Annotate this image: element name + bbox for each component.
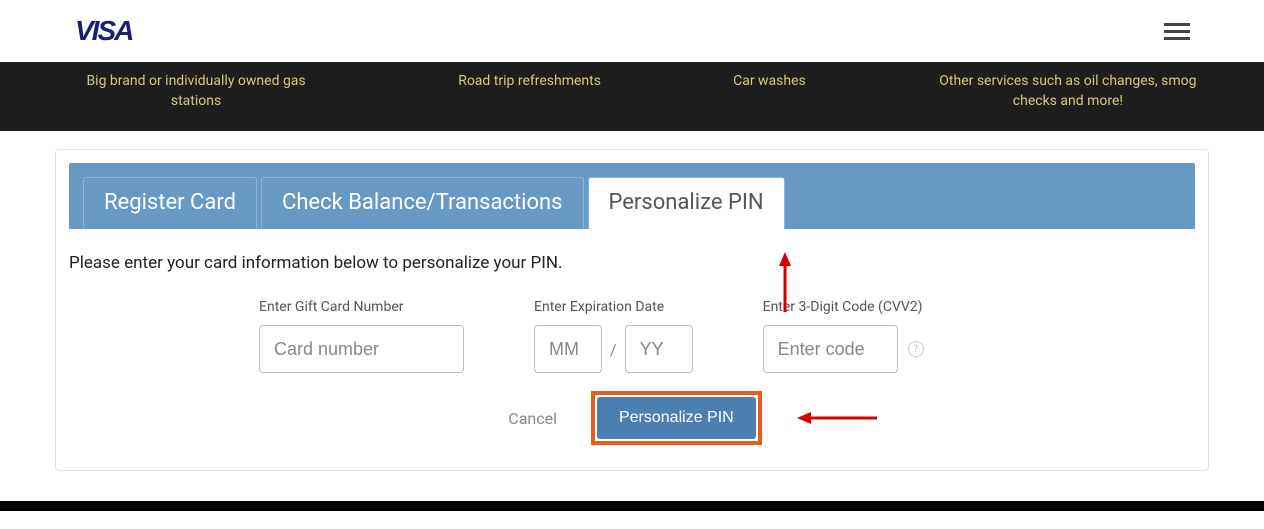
feature-text: Road trip refreshments — [458, 72, 601, 111]
date-separator: / — [610, 340, 617, 359]
month-input[interactable] — [534, 325, 602, 373]
expiration-group: Enter Expiration Date / — [534, 299, 693, 373]
tab-content: Please enter your card information below… — [69, 229, 1195, 457]
tab-check-balance[interactable]: Check Balance/Transactions — [261, 177, 584, 229]
cvv-label: Enter 3-Digit Code (CVV2) — [763, 299, 924, 315]
card-number-input[interactable] — [259, 325, 464, 373]
page-header: VISA — [0, 0, 1264, 62]
feature-strip: Big brand or individually owned gas stat… — [0, 62, 1264, 131]
year-input[interactable] — [625, 325, 693, 373]
cvv-group: Enter 3-Digit Code (CVV2) ? — [763, 299, 924, 373]
menu-button[interactable] — [1160, 19, 1194, 44]
tab-bar: Register Card Check Balance/Transactions… — [69, 163, 1195, 229]
tab-register-card[interactable]: Register Card — [83, 177, 257, 229]
cancel-button[interactable]: Cancel — [508, 409, 557, 428]
help-icon[interactable]: ? — [908, 341, 924, 357]
personalize-pin-button[interactable]: Personalize PIN — [597, 397, 756, 439]
form-instruction: Please enter your card information below… — [69, 253, 1195, 273]
cvv-input[interactable] — [763, 325, 898, 373]
annotation-arrow-left-icon — [797, 408, 877, 428]
visa-logo: VISA — [75, 15, 132, 47]
feature-text: Big brand or individually owned gas stat… — [66, 72, 326, 111]
expiration-label: Enter Expiration Date — [534, 299, 693, 315]
feature-text: Car washes — [733, 72, 806, 111]
tab-personalize-pin[interactable]: Personalize PIN — [588, 177, 785, 229]
footer-bar — [0, 501, 1264, 511]
card-number-group: Enter Gift Card Number — [259, 299, 464, 373]
feature-text: Other services such as oil changes, smog… — [938, 72, 1198, 111]
card-number-label: Enter Gift Card Number — [259, 299, 464, 315]
card-panel: Register Card Check Balance/Transactions… — [55, 149, 1209, 471]
